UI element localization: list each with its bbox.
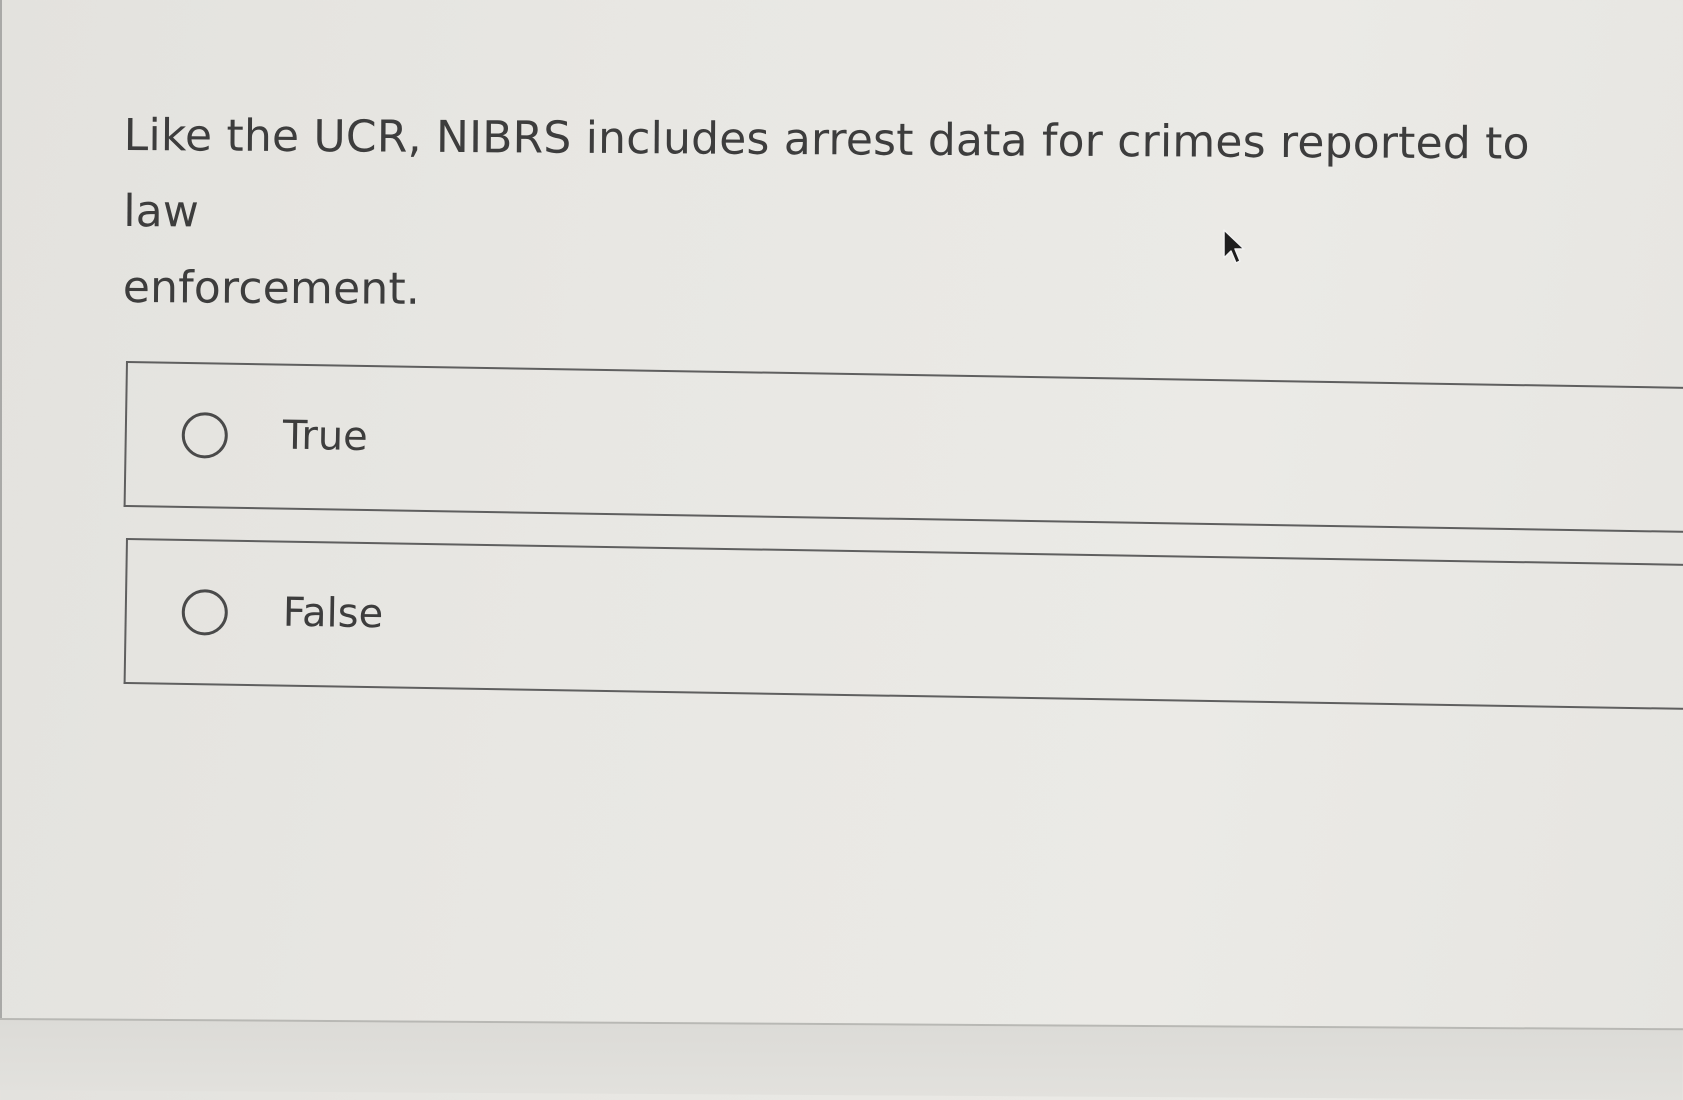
radio-circle-icon[interactable] bbox=[181, 411, 229, 459]
mouse-pointer-icon bbox=[1223, 229, 1245, 264]
screen-edge bbox=[0, 0, 2, 1018]
answer-option-true[interactable]: True bbox=[123, 361, 1683, 534]
question-line-1: Like the UCR, NIBRS includes arrest data… bbox=[123, 109, 1530, 238]
question-text: Like the UCR, NIBRS includes arrest data… bbox=[123, 98, 1574, 335]
option-label-true: True bbox=[282, 412, 369, 461]
quiz-screen: Like the UCR, NIBRS includes arrest data… bbox=[0, 0, 1683, 1100]
question-line-2: enforcement. bbox=[122, 261, 421, 315]
option-label-false: False bbox=[282, 589, 384, 638]
radio-circle-icon[interactable] bbox=[181, 588, 229, 636]
answer-option-false[interactable]: False bbox=[123, 538, 1683, 711]
